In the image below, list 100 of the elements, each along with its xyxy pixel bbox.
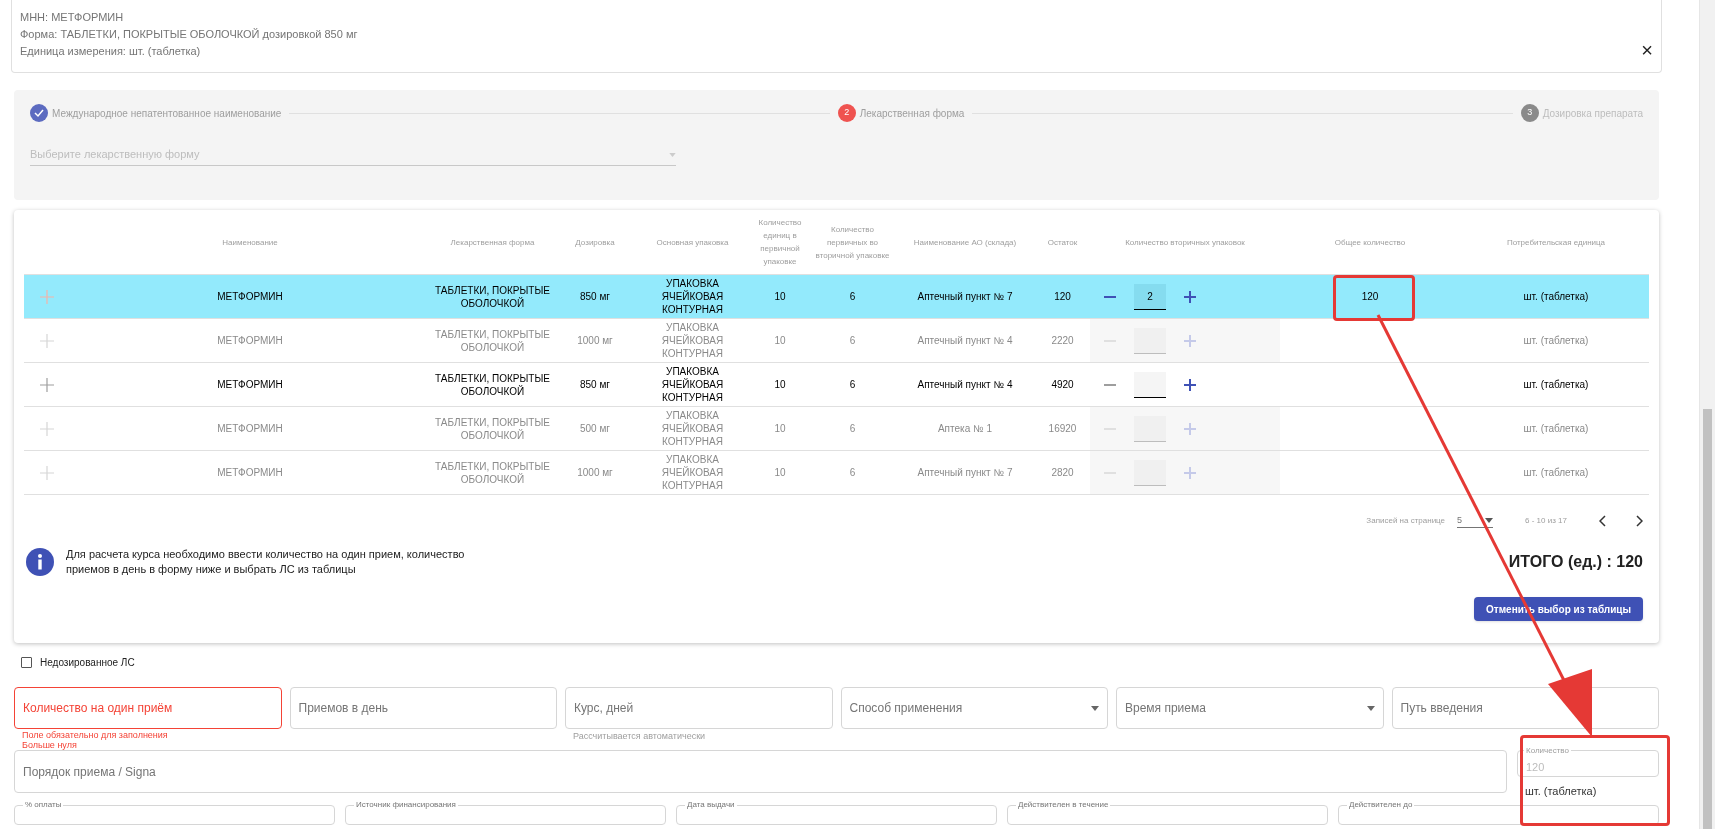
step-label[interactable]: Лекарственная форма	[859, 105, 965, 121]
table-cell-text: ТАБЛЕТКИ, ПОКРЫТЫЕ ОБОЛОЧКОЙ	[434, 459, 551, 487]
page-range: 6 - 10 из 17	[1525, 515, 1567, 527]
plus-icon[interactable]	[40, 377, 54, 392]
table-cell-text: 500 мг	[579, 422, 611, 436]
table-cell-text: 850 мг	[579, 378, 611, 392]
checkbox[interactable]	[21, 657, 32, 668]
helper-text: Рассчитывается автоматически	[573, 731, 706, 741]
rows-per-page-label: Записей на странице	[1366, 515, 1446, 527]
column-header: Количество первичных во вторичной упаковке	[814, 223, 891, 262]
info-text: Для расчета курса необходимо ввести количество на один прием, количество приемов в день в форму ниже и выбрать ЛС из таблицы	[66, 547, 466, 577]
table-cell-text: ТАБЛЕТКИ, ПОКРЫТЫЕ ОБОЛОЧКОЙ	[434, 327, 551, 355]
table-cell-text: 120	[1361, 290, 1379, 304]
table-cell-text: 2820	[1050, 466, 1075, 480]
rows-per-page-select[interactable]: 5	[1457, 513, 1494, 529]
select-field[interactable]: Время приема	[1116, 687, 1384, 729]
helper-text: Больше нуля	[22, 740, 78, 750]
table-cell-text: Аптека № 1	[936, 422, 994, 436]
dropdown-caret-icon	[1366, 705, 1375, 711]
table-row[interactable]: МЕТФОРМИН ТАБЛЕТКИ, ПОКРЫТЫЕ ОБОЛОЧКОЙ 850 мг УПАКОВКА ЯЧЕЙКОВАЯ КОНТУРНАЯ 10 6 Аптечный пункт № 7 120 2 120 шт. (таблетка)	[24, 275, 1649, 319]
chevron-right-icon[interactable]	[1635, 515, 1643, 527]
table-cell-text: шт. (таблетка)	[1522, 422, 1590, 436]
column-header: Потребительская единица	[1505, 236, 1607, 249]
table-cell-text: МЕТФОРМИН	[216, 290, 284, 304]
table-cell-text: МЕТФОРМИН	[216, 334, 284, 348]
table-cell-text: 850 мг	[579, 290, 611, 304]
plus-icon	[1184, 334, 1196, 347]
table-cell-text: 120	[1053, 290, 1072, 304]
total-text: ИТОГО (ед.) : 120	[1508, 552, 1643, 572]
column-header: Основная упаковка	[655, 236, 730, 249]
dropdown-caret-icon	[669, 152, 676, 157]
table-cell-text: УПАКОВКА ЯЧЕЙКОВАЯ КОНТУРНАЯ	[660, 409, 725, 449]
table-cell-text: УПАКОВКА ЯЧЕЙКОВАЯ КОНТУРНАЯ	[660, 277, 725, 317]
table-cell-text: 4920	[1050, 378, 1075, 392]
table-cell-text: МЕТФОРМИН	[216, 422, 284, 436]
drug-info-text: Форма: ТАБЛЕТКИ, ПОКРЫТЫЕ ОБОЛОЧКОЙ дозировкой 850 мг	[20, 27, 358, 42]
table-cell-text: 1000 мг	[576, 466, 614, 480]
minus-icon	[1104, 383, 1116, 386]
minus-icon	[1104, 295, 1116, 298]
plus-icon[interactable]	[40, 289, 54, 304]
table-cell-text: МЕТФОРМИН	[216, 466, 284, 480]
input-field[interactable]: Количество на один приём	[14, 687, 282, 729]
count-field[interactable]	[1134, 371, 1166, 398]
plus-icon	[1184, 466, 1196, 479]
table-cell-text: 10	[773, 334, 787, 348]
table-cell-text: 10	[773, 290, 787, 304]
table-cell-text: 6	[848, 334, 857, 348]
check-icon	[30, 104, 48, 122]
table-cell-text: шт. (таблетка)	[1522, 334, 1590, 348]
table-cell-text: Аптечный пункт № 7	[916, 466, 1014, 480]
table-cell-text: 10	[773, 466, 787, 480]
count-field[interactable]: 2	[1134, 283, 1166, 310]
checkbox-label: Недозированное ЛС	[40, 656, 135, 670]
plus-icon	[1184, 422, 1196, 435]
plus-button[interactable]	[1182, 376, 1198, 393]
table-cell-text: шт. (таблетка)	[1522, 378, 1590, 392]
table-cell-text: 10	[773, 378, 787, 392]
select-field[interactable]: Способ применения	[840, 687, 1108, 729]
dropdown-caret-icon	[1485, 518, 1494, 523]
column-header: Наименование АО (склада)	[912, 236, 1018, 249]
drug-info-text: Единица измерения: шт. (таблетка)	[20, 44, 202, 59]
table-cell-text: шт. (таблетка)	[1522, 290, 1590, 304]
column-header: Дозировка	[574, 236, 616, 249]
table-cell-text: 2220	[1050, 334, 1075, 348]
table-cell-text: ТАБЛЕТКИ, ПОКРЫТЫЕ ОБОЛОЧКОЙ	[434, 415, 551, 443]
input-field[interactable]: Приемов в день	[289, 687, 557, 729]
column-header: Наименование	[221, 236, 279, 249]
table-cell-text: Аптечный пункт № 4	[916, 334, 1014, 348]
signa-field[interactable]: Порядок приема / Signa	[14, 750, 1507, 793]
table-cell-text: 6	[848, 378, 857, 392]
table-cell-text: 6	[848, 290, 857, 304]
table-cell-text: 10	[773, 422, 787, 436]
table-cell-text: УПАКОВКА ЯЧЕЙКОВАЯ КОНТУРНАЯ	[660, 365, 725, 405]
column-header: Количество единиц в первичной упаковке	[757, 217, 803, 268]
input-field[interactable]: Курс, дней	[565, 687, 833, 729]
column-header: Общее количество	[1333, 236, 1407, 249]
plus-icon	[1184, 290, 1196, 303]
step-label[interactable]: Международное непатентованное наименование	[52, 105, 282, 121]
table-cell-text: ТАБЛЕТКИ, ПОКРЫТЫЕ ОБОЛОЧКОЙ	[434, 283, 551, 311]
helper-text: Поле обязательно для заполнения	[22, 730, 168, 740]
column-header: Лекарственная форма	[449, 236, 536, 249]
plus-icon	[1184, 378, 1196, 391]
step-number: 3	[1520, 104, 1539, 122]
table-cell-text: 6	[848, 422, 857, 436]
table-cell-text: УПАКОВКА ЯЧЕЙКОВАЯ КОНТУРНАЯ	[660, 321, 725, 361]
table-cell-text: 1000 мг	[576, 334, 614, 348]
scrollbar-thumb[interactable]	[1703, 409, 1712, 829]
dropdown-caret-icon	[1091, 705, 1099, 711]
close-button[interactable]: ×	[1641, 40, 1653, 60]
table-cell-text: Аптечный пункт № 7	[916, 290, 1014, 304]
table-cell-text: 16920	[1047, 422, 1078, 436]
unit-text: шт. (таблетка)	[1524, 783, 1598, 799]
table-cell-text: УПАКОВКА ЯЧЕЙКОВАЯ КОНТУРНАЯ	[660, 453, 725, 493]
chevron-left-icon[interactable]	[1599, 515, 1607, 527]
plus-button[interactable]	[1182, 288, 1198, 305]
table-cell-text: ТАБЛЕТКИ, ПОКРЫТЫЕ ОБОЛОЧКОЙ	[434, 371, 551, 399]
table-cell-text: Аптечный пункт № 4	[916, 378, 1014, 392]
info-icon	[26, 548, 54, 576]
column-header: Остаток	[1046, 236, 1079, 249]
step-number: 2	[837, 104, 856, 122]
